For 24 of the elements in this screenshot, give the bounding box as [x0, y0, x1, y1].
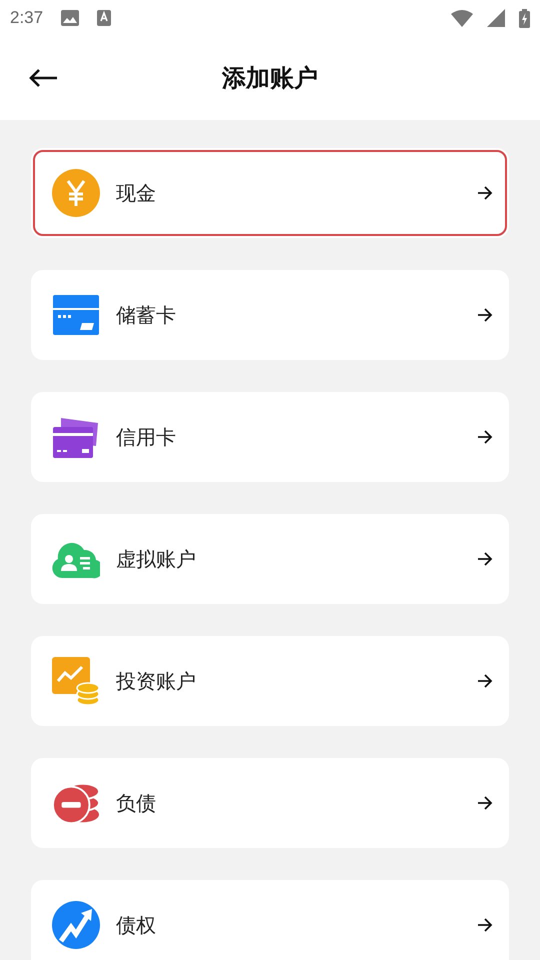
account-option[interactable]: 负债: [31, 758, 509, 848]
arrow-right-icon: [477, 918, 493, 932]
page-title: 添加账户: [222, 63, 318, 94]
signal-icon: [487, 9, 505, 27]
account-option[interactable]: 信用卡: [31, 392, 509, 482]
arrow-right-icon: [477, 552, 493, 566]
battery-icon: [519, 8, 530, 28]
account-option[interactable]: 现金: [31, 148, 509, 238]
arrow-right-icon: [477, 674, 493, 688]
account-option[interactable]: 投资账户: [31, 636, 509, 726]
account-option[interactable]: 虚拟账户: [31, 514, 509, 604]
arrow-right-icon: [477, 430, 493, 444]
wifi-icon: [451, 10, 473, 26]
yen-coin-icon: [52, 169, 100, 217]
keyboard-icon: [97, 10, 112, 26]
back-arrow-icon: [28, 68, 58, 88]
arrow-right-icon: [477, 186, 493, 200]
arrow-right-icon: [477, 308, 493, 322]
image-icon: [61, 10, 80, 26]
arrow-right-icon: [477, 796, 493, 810]
account-option[interactable]: 债权: [31, 880, 509, 960]
account-option[interactable]: 储蓄卡: [31, 270, 509, 360]
chart-coins-icon: [52, 657, 100, 705]
status-time: 2:37: [10, 8, 44, 28]
